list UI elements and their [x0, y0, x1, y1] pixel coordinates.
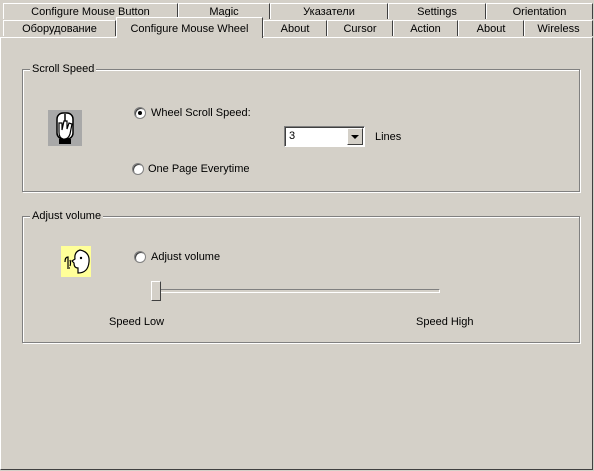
tab-label: Orientation — [512, 6, 567, 18]
wheel-scroll-speed-label: Wheel Scroll Speed: — [151, 107, 251, 119]
speaker-face-icon — [61, 246, 91, 277]
scroll-speed-title: Scroll Speed — [30, 62, 97, 76]
tab-hardware[interactable]: Оборудование — [3, 20, 116, 36]
tab-label: Action — [410, 23, 441, 35]
tab-configure-mouse-wheel[interactable]: Configure Mouse Wheel — [116, 17, 263, 38]
lines-select[interactable]: 3 — [284, 126, 365, 147]
adjust-volume-group: Adjust volume Adjust volume Speed Low Sp… — [22, 209, 580, 343]
adjust-volume-radio[interactable] — [134, 251, 146, 263]
tab-pointers[interactable]: Указатели — [270, 3, 388, 19]
mouse-wheel-hand-icon — [48, 110, 82, 146]
adjust-volume-label: Adjust volume — [151, 251, 221, 263]
tab-wireless[interactable]: Wireless — [524, 20, 593, 36]
tab-label: Settings — [417, 6, 457, 18]
tab-label: Configure Mouse Wheel — [130, 23, 249, 35]
tab-label: Указатели — [303, 6, 355, 18]
tab-action[interactable]: Action — [393, 20, 458, 36]
tab-page-panel: Scroll Speed Wheel Scroll Speed: 3 Lines… — [0, 37, 593, 470]
tab-label: Оборудование — [22, 23, 97, 35]
tab-label: Cursor — [343, 23, 377, 35]
tab-settings[interactable]: Settings — [388, 3, 486, 19]
chevron-down-icon — [351, 135, 359, 139]
volume-slider-track[interactable] — [151, 289, 440, 293]
tab-label: Wireless — [537, 23, 580, 35]
volume-slider-thumb[interactable] — [151, 281, 161, 301]
tab-label: About — [476, 23, 506, 35]
one-page-everytime-label: One Page Everytime — [148, 163, 250, 175]
tab-orientation[interactable]: Orientation — [486, 3, 593, 19]
lines-label: Lines — [375, 131, 402, 143]
one-page-everytime-radio[interactable] — [132, 163, 144, 175]
speed-low-label: Speed Low — [109, 316, 165, 328]
radio-dot — [138, 111, 142, 115]
tab-label: About — [280, 23, 310, 35]
adjust-volume-title: Adjust volume — [30, 209, 104, 223]
lines-select-dropdown-button[interactable] — [347, 128, 363, 145]
tab-about-2[interactable]: About — [458, 20, 524, 36]
tab-about[interactable]: About — [263, 20, 327, 36]
speed-high-label: Speed High — [416, 316, 474, 328]
tab-cursor[interactable]: Cursor — [327, 20, 393, 36]
scroll-speed-group: Scroll Speed Wheel Scroll Speed: 3 Lines… — [22, 62, 580, 192]
wheel-scroll-speed-radio[interactable] — [134, 107, 146, 119]
lines-select-value: 3 — [289, 130, 296, 142]
